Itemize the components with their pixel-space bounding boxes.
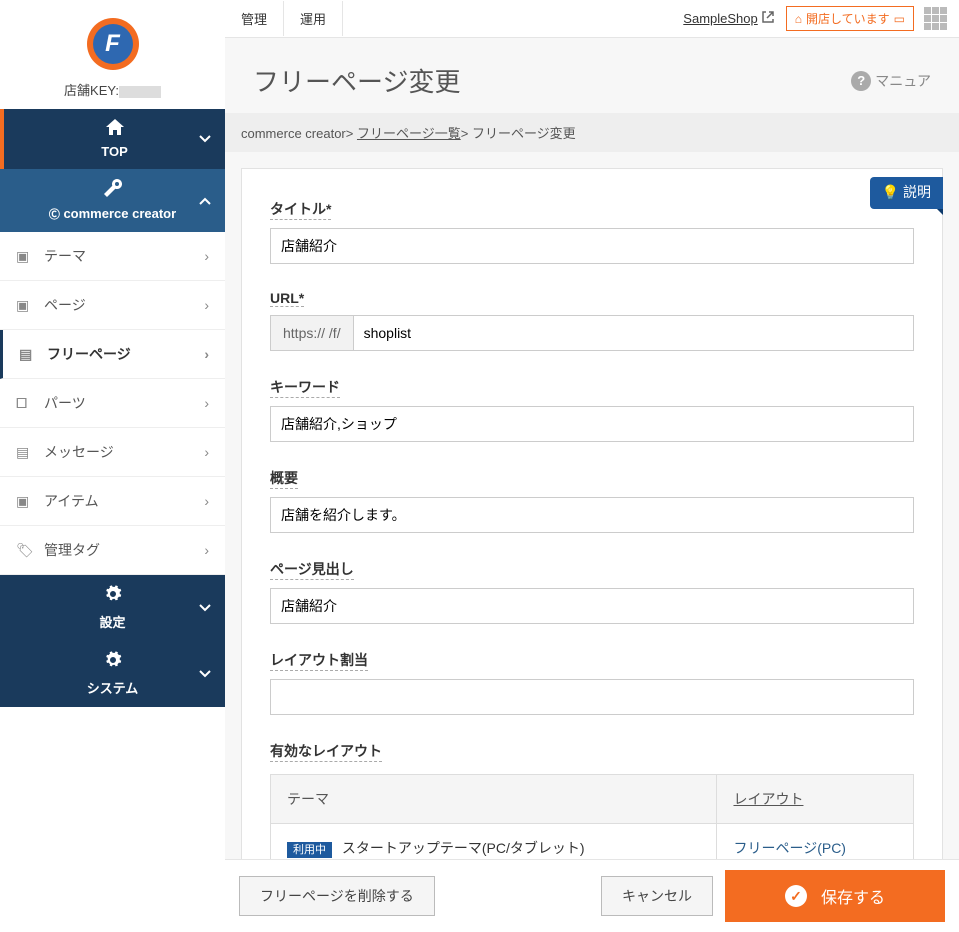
layout-assign-input[interactable] [270,679,914,715]
sidebar-item-label: テーマ [44,246,86,266]
sidebar-item-page[interactable]: ▣ ページ › [0,281,225,330]
message-icon: ▤ [16,444,36,461]
lightbulb-icon: 💡 [882,184,899,201]
keyword-input[interactable] [270,406,914,442]
save-button[interactable]: ✓ 保存する [725,870,945,922]
sidebar-item-message[interactable]: ▤ メッセージ › [0,428,225,477]
url-label: URL* [270,290,304,307]
gear-icon [104,585,122,608]
tab-admin[interactable]: 管理 [225,1,284,36]
shop-key: 店舗KEY: [0,78,225,109]
tab-operation[interactable]: 運用 [284,1,343,36]
cog-icon [104,651,122,674]
nav-top[interactable]: TOP [0,109,225,169]
sidebar-item-label: 管理タグ [44,540,100,560]
chevron-down-icon [199,670,211,678]
logo-letter: F [93,24,133,64]
chevron-right-icon: › [204,248,209,264]
sidebar-item-label: メッセージ [44,442,114,462]
card-icon: ▭ [894,12,905,26]
breadcrumb: commerce creator> フリーページ一覧> フリーページ変更 [225,113,959,152]
keyword-label: キーワード [270,377,340,398]
check-icon: ✓ [785,885,807,907]
sidebar-item-label: ページ [44,295,86,315]
layout-link[interactable]: フリーページ(PC) [733,840,846,856]
page-header: フリーページ変更 ? マニュア [225,38,959,113]
sidebar-item-theme[interactable]: ▣ テーマ › [0,232,225,281]
content: 💡 説明 タイトル* URL* https:// /f/ [225,152,959,932]
chevron-down-icon [199,604,211,612]
sidebar-item-freepage[interactable]: ▤ フリーページ › [0,330,225,379]
nav-settings[interactable]: 設定 [0,575,225,641]
chevron-down-icon [199,135,211,143]
store-icon: ⌂ [795,12,802,26]
page-title: フリーページ変更 [253,62,460,99]
chevron-right-icon: › [204,346,209,362]
file-icon: ▤ [19,346,39,363]
footer-bar: フリーページを削除する キャンセル ✓ 保存する [225,859,959,932]
sidebar-item-tag[interactable]: 🏷 管理タグ › [0,526,225,575]
sidebar-item-label: パーツ [44,393,86,413]
th-theme: テーマ [271,775,717,824]
chevron-right-icon: › [204,444,209,460]
in-use-badge: 利用中 [287,842,332,858]
explain-tab[interactable]: 💡 説明 [870,177,943,209]
layers-icon: ▣ [16,248,36,265]
delete-button[interactable]: フリーページを削除する [239,876,435,916]
topbar: 管理 運用 SampleShop ⌂ 開店しています ▭ [225,0,959,38]
image-icon: ▣ [16,493,36,510]
page-icon: ▣ [16,297,36,314]
sidebar-item-label: フリーページ [47,344,131,364]
sidebar-item-parts[interactable]: 🞐 パーツ › [0,379,225,428]
home-icon [106,119,124,140]
sidebar-item-label: アイテム [44,491,99,511]
th-layout[interactable]: レイアウト [717,775,914,824]
title-label: タイトル* [270,199,331,220]
title-input[interactable] [270,228,914,264]
chevron-right-icon: › [204,297,209,313]
manual-link[interactable]: ? マニュア [851,71,931,91]
url-input[interactable] [353,315,914,351]
summary-input[interactable] [270,497,914,533]
chevron-right-icon: › [204,493,209,509]
nav-system[interactable]: システム [0,641,225,707]
valid-layout-label: 有効なレイアウト [270,741,382,762]
form-card: 💡 説明 タイトル* URL* https:// /f/ [241,168,943,932]
tag-icon: 🏷 [16,542,36,559]
cancel-button[interactable]: キャンセル [601,876,713,916]
nav-commerce-creator[interactable]: Ⓒ commerce creator [0,169,225,232]
summary-label: 概要 [270,468,298,489]
layout-assign-label: レイアウト割当 [270,650,368,671]
heading-input[interactable] [270,588,914,624]
external-link-icon [762,11,774,26]
grid-icon[interactable] [924,7,947,30]
chevron-up-icon [199,197,211,205]
briefcase-icon: 🞐 [16,395,36,412]
heading-label: ページ見出し [270,559,354,580]
chevron-right-icon: › [204,395,209,411]
breadcrumb-link[interactable]: フリーページ一覧 [357,126,461,141]
help-icon: ? [851,71,871,91]
status-badge[interactable]: ⌂ 開店しています ▭ [786,6,914,31]
logo: F [0,0,225,78]
chevron-right-icon: › [204,542,209,558]
main: 管理 運用 SampleShop ⌂ 開店しています ▭ フリーページ変更 [225,0,959,932]
shop-link[interactable]: SampleShop [683,11,773,26]
sidebar-item-item[interactable]: ▣ アイテム › [0,477,225,526]
url-prefix: https:// /f/ [270,315,353,351]
wrench-icon [104,179,122,202]
sidebar: F 店舗KEY: TOP Ⓒ commerce creator ▣ テ [0,0,225,932]
